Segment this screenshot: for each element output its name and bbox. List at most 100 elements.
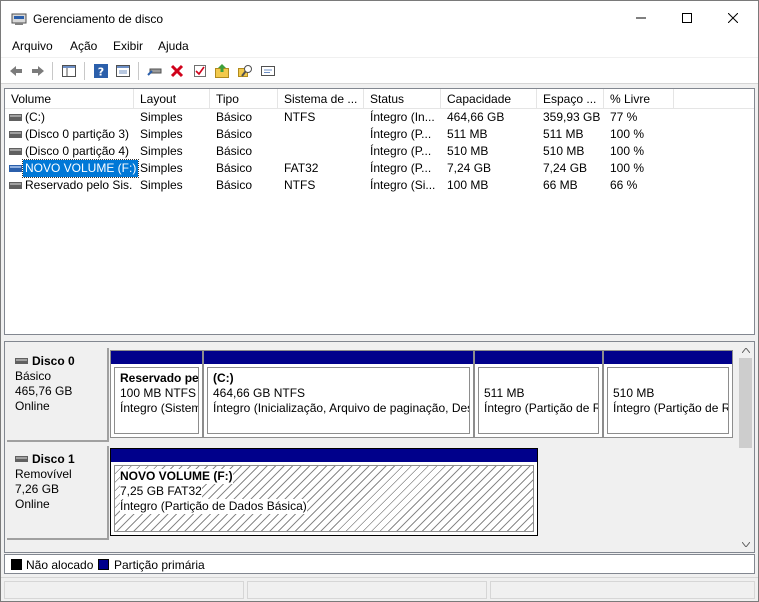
help-icon[interactable]: ?	[91, 61, 111, 81]
disk-map[interactable]: Disco 0 Básico 465,76 GB Online Reservad…	[4, 341, 755, 553]
connect-drive-icon[interactable]	[145, 61, 165, 81]
table-row[interactable]: Reservado pelo Sis... Simples Básico NTF…	[5, 177, 754, 194]
volume-list[interactable]: Volume Layout Tipo Sistema de ... Status…	[4, 88, 755, 335]
scroll-up-icon[interactable]	[737, 342, 754, 358]
scrollbar-thumb[interactable]	[739, 358, 752, 448]
partition-3[interactable]: 511 MB Íntegro (Partição de R	[474, 350, 603, 438]
volume-icon	[9, 148, 22, 155]
volume-icon	[9, 131, 22, 138]
check-icon[interactable]	[190, 61, 210, 81]
cell-espaco: 511 MB	[543, 127, 584, 141]
back-arrow-icon[interactable]	[6, 61, 26, 81]
partition-status: Íntegro (Inicialização, Arquivo de pagin…	[213, 401, 470, 415]
table-row-selected[interactable]: NOVO VOLUME (F:) Simples Básico FAT32 Ín…	[5, 159, 754, 178]
toolbar-separator	[52, 62, 53, 80]
column-header-sistema[interactable]: Sistema de ...	[278, 89, 364, 108]
toolbar-separator	[84, 62, 85, 80]
maximize-icon	[682, 13, 692, 23]
column-header-status[interactable]: Status	[364, 89, 441, 108]
table-row[interactable]: (Disco 0 partição 3) Simples Básico Ínte…	[5, 126, 754, 143]
cell-livre: 66 %	[610, 178, 638, 192]
cell-capacidade: 510 MB	[447, 144, 489, 158]
partition-status: Íntegro (Partição de Dados Básica)	[120, 499, 307, 514]
primary-partition-swatch	[98, 559, 109, 570]
column-header-layout[interactable]: Layout	[134, 89, 210, 108]
cell-layout: Simples	[140, 178, 183, 192]
cell-layout: Simples	[140, 144, 183, 158]
console-icon[interactable]	[258, 61, 278, 81]
cell-tipo: Básico	[216, 127, 253, 141]
menu-ajuda[interactable]: Ajuda	[158, 39, 189, 53]
partition-bar	[111, 351, 202, 364]
partition-body: 510 MB Íntegro (Partição de R	[607, 367, 729, 434]
disk-0-label[interactable]: Disco 0 Básico 465,76 GB Online	[7, 348, 109, 442]
column-header-livre[interactable]: % Livre	[604, 89, 674, 108]
volume-icon	[9, 182, 22, 189]
partition-bar	[111, 449, 537, 462]
minimize-button[interactable]	[618, 1, 664, 35]
partition-status: Íntegro (Partição de R	[484, 401, 599, 415]
cell-tipo: Básico	[216, 110, 253, 124]
disk-1-size: 7,26 GB	[15, 482, 60, 496]
legend-primary: Partição primária	[114, 558, 205, 572]
cell-sistema: NTFS	[284, 178, 316, 192]
disk-1-name-row: Disco 1	[15, 452, 107, 467]
partition-4[interactable]: 510 MB Íntegro (Partição de R	[603, 350, 733, 438]
cell-sistema: NTFS	[284, 110, 316, 124]
toolbar: ?	[1, 58, 758, 84]
legend-bar: Não alocado Partição primária	[4, 554, 755, 574]
cell-volume: (C:)	[25, 110, 45, 124]
cell-tipo: Básico	[216, 178, 253, 192]
cell-status: Íntegro (P...	[370, 144, 432, 158]
scroll-down-icon[interactable]	[737, 536, 754, 552]
column-header-volume[interactable]: Volume	[5, 89, 134, 108]
disk-1-state: Online	[15, 497, 50, 511]
partition-status: Íntegro (Sistem	[120, 401, 199, 415]
unallocated-swatch	[11, 559, 22, 570]
volume-icon	[9, 114, 22, 121]
cell-livre: 100 %	[610, 161, 645, 175]
removable-disk-icon	[15, 456, 28, 462]
disk-1-name: Disco 1	[32, 452, 75, 466]
partition-reserved[interactable]: Reservado pel 100 MB NTFS Íntegro (Siste…	[110, 350, 203, 438]
title-bar[interactable]: Gerenciamento de disco	[1, 1, 758, 35]
cell-status: Íntegro (In...	[370, 110, 435, 124]
menu-exibir[interactable]: Exibir	[113, 39, 143, 53]
close-button[interactable]	[710, 1, 756, 35]
partition-body: Reservado pel 100 MB NTFS Íntegro (Siste…	[114, 367, 199, 434]
cell-layout: Simples	[140, 110, 183, 124]
cell-espaco: 359,93 GB	[543, 110, 601, 124]
properties-icon[interactable]	[113, 61, 133, 81]
disk-1-label[interactable]: Disco 1 Removível 7,26 GB Online	[7, 446, 109, 540]
partition-bar	[204, 351, 473, 364]
disk-0-name: Disco 0	[32, 354, 75, 368]
forward-arrow-icon[interactable]	[28, 61, 48, 81]
partition-title	[613, 371, 728, 386]
partition-status: Íntegro (Partição de R	[613, 401, 729, 415]
column-header-capacidade[interactable]: Capacidade	[441, 89, 537, 108]
console-tree-icon[interactable]	[59, 61, 79, 81]
maximize-button[interactable]	[664, 1, 710, 35]
partition-novo-volume[interactable]: NOVO VOLUME (F:) 7,25 GB FAT32 Íntegro (…	[110, 448, 538, 536]
menu-acao[interactable]: Ação	[70, 39, 97, 53]
partition-bar	[604, 351, 732, 364]
open-folder-icon[interactable]	[212, 61, 232, 81]
partition-c[interactable]: (C:) 464,66 GB NTFS Íntegro (Inicializaç…	[203, 350, 474, 438]
partition-size: 7,25 GB FAT32	[120, 484, 202, 499]
cell-espaco: 7,24 GB	[543, 161, 588, 175]
explore-icon[interactable]	[235, 61, 255, 81]
cell-tipo: Básico	[216, 161, 253, 175]
disk-0-type: Básico	[15, 369, 52, 383]
column-header-espaco[interactable]: Espaço ...	[537, 89, 604, 108]
cell-volume: (Disco 0 partição 4)	[25, 144, 130, 158]
column-header-tipo[interactable]: Tipo	[210, 89, 278, 108]
disk-management-icon	[11, 13, 27, 25]
delete-icon[interactable]	[167, 61, 187, 81]
table-row[interactable]: (Disco 0 partição 4) Simples Básico Ínte…	[5, 143, 754, 160]
menu-bar: Arquivo Ação Exibir Ajuda	[1, 35, 758, 57]
table-row[interactable]: (C:) Simples Básico NTFS Íntegro (In... …	[5, 109, 754, 126]
menu-arquivo[interactable]: Arquivo	[12, 39, 53, 53]
disk-1-type: Removível	[15, 467, 72, 481]
partition-body-hatched: NOVO VOLUME (F:) 7,25 GB FAT32 Íntegro (…	[114, 465, 534, 532]
vertical-scrollbar[interactable]	[737, 342, 754, 552]
